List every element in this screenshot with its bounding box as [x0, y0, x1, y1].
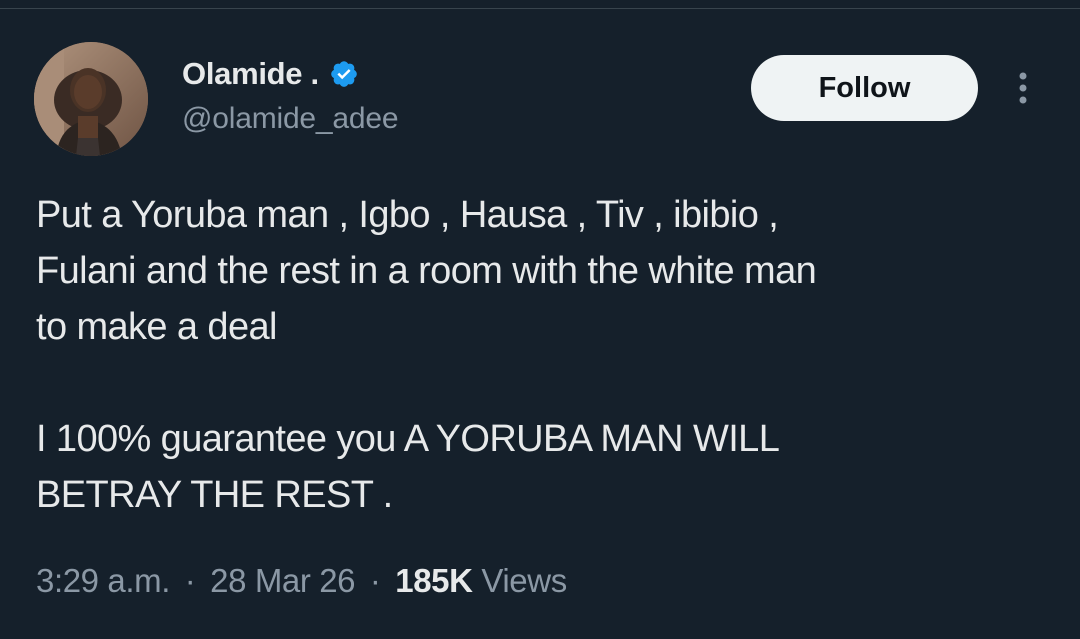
meta-separator: · — [369, 562, 381, 599]
author-avatar[interactable] — [34, 42, 148, 156]
author-info: Olamide . @olamide_adee — [182, 54, 399, 136]
paragraph-break — [36, 355, 1056, 411]
tweet-date[interactable]: 28 Mar 26 — [210, 562, 355, 599]
tweet-card: Olamide . @olamide_adee Follow Put a Yor… — [0, 0, 1080, 639]
tweet-line: to make a deal — [36, 306, 277, 348]
name-row: Olamide . — [182, 54, 398, 94]
views-label: Views — [481, 562, 567, 599]
follow-button[interactable]: Follow — [751, 55, 978, 121]
verified-badge-icon — [329, 59, 359, 89]
tweet-line: BETRAY THE REST . — [36, 474, 393, 516]
meta-separator: · — [184, 562, 196, 599]
tweet-line: Put a Yoruba man , Igbo , Hausa , Tiv , … — [36, 194, 779, 236]
tweet-line: I 100% guarantee you A YORUBA MAN WILL — [36, 418, 780, 460]
tweet-text: Put a Yoruba man , Igbo , Hausa , Tiv , … — [36, 187, 1056, 523]
avatar-photo — [34, 42, 148, 156]
tweet-time[interactable]: 3:29 a.m. — [36, 562, 170, 599]
tweet-line: Fulani and the rest in a room with the w… — [36, 250, 817, 292]
tweet-meta: 3:29 a.m. · 28 Mar 26 · 185K Views — [36, 562, 567, 600]
author-handle[interactable]: @olamide_adee — [182, 102, 399, 136]
display-name[interactable]: Olamide . — [182, 56, 319, 92]
more-options-icon[interactable] — [1008, 70, 1038, 110]
views-count: 185K — [395, 562, 473, 599]
